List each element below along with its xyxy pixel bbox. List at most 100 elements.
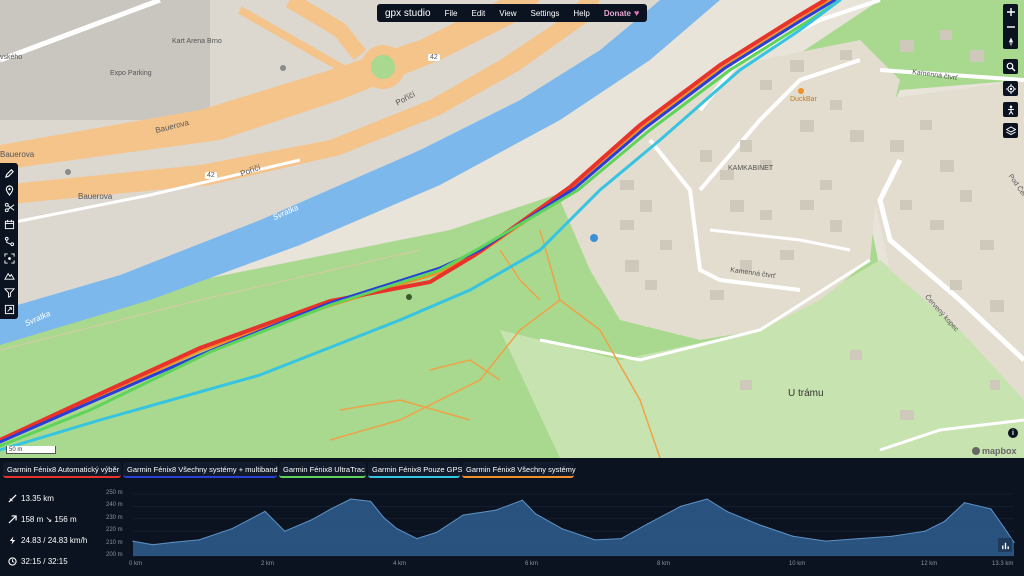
bottom-panel: 13.35 km 158 m ↘ 156 m 24.83 / 24.83 km/… [0,484,1024,576]
elevation-point [759,524,761,526]
elevation-chart[interactable] [0,484,1024,576]
layers-icon[interactable] [1003,123,1018,138]
elevation-point [310,519,312,521]
menu-file[interactable]: File [445,9,458,18]
elevation-point [1003,526,1005,529]
x-tick-label: 12 km [920,561,938,567]
x-tick-label: 4 km [392,561,406,567]
elevation-point [462,514,464,516]
elevation-point [521,499,523,501]
map-label-duckbar: DuckBar [790,96,817,103]
elevation-point [726,510,728,512]
tab-file-4[interactable]: Garmin Fénix8 Pouze GPS [368,462,462,478]
y-tick-label: 210 m [106,539,123,546]
menu-help[interactable]: Help [573,9,589,18]
pencil-icon[interactable] [2,166,16,180]
filter-icon[interactable] [2,285,16,299]
elevation-point [396,528,398,530]
mapbox-attribution[interactable]: mapbox [972,446,1017,456]
elevation-point [284,530,286,532]
elevation-point [350,498,352,500]
y-tick-label: 250 m [106,490,123,496]
tab-file-1[interactable]: Garmin Fénix8 Automatický výběr [3,462,121,478]
elevation-point [171,541,174,543]
map-label-arena: Kart Arena Brno [172,38,222,45]
elevation-point [944,520,946,522]
compass-icon[interactable] [1003,34,1018,49]
elevation-point [825,540,827,542]
elevation-point [990,508,992,510]
menu-view[interactable]: View [499,9,516,18]
elevation-point [369,500,372,503]
elevation-point [924,530,926,532]
elevation-point [858,538,860,540]
elevation-point [416,538,418,540]
tab-file-3[interactable]: Garmin Fénix8 UltraTrac [279,462,366,478]
elevation-point [891,535,893,537]
export-icon[interactable] [2,302,16,316]
map-label-kamkabinet: KAMKABINET [728,165,774,172]
mapbox-label: mapbox [982,446,1017,456]
scissors-icon[interactable] [2,200,16,214]
x-tick-label: 6 km [524,561,538,567]
elevation-point [1013,541,1015,543]
elevation-point [495,509,497,511]
tab-file-5[interactable]: Garmin Fénix8 Všechny systémy [462,462,576,478]
map-label-road-42-a: 42 [428,54,440,61]
tab-file-2[interactable]: Garmin Fénix8 Všechny systémy + multiban… [123,462,278,478]
zoom-out-icon[interactable] [1003,19,1018,34]
elevation-point [706,498,708,500]
pin-icon[interactable] [2,183,16,197]
elevation-point [132,540,134,542]
elevation-point [680,505,682,507]
elevation-point [534,513,537,515]
search-icon[interactable] [1003,59,1018,74]
y-tick-label: 220 m [106,527,123,534]
elevation-point [594,539,596,541]
menu-settings[interactable]: Settings [530,9,559,18]
menu-edit[interactable]: Edit [471,9,485,18]
elevation-point [963,502,966,504]
calendar-icon[interactable] [2,217,16,231]
chart-options-button[interactable] [998,538,1012,552]
map-scale: 50 m [6,446,56,454]
map-label-bauerova-2: Bauerova [0,150,35,159]
elevation-point [620,538,622,540]
map-label-parking: Expo Parking [110,70,152,77]
elevation-area [133,499,1014,556]
map-label-street: vského [0,54,23,61]
zoom-controls [1003,4,1018,49]
donate-label: Donate [603,8,631,18]
scan-icon[interactable] [2,251,16,265]
elevation-point [152,544,154,546]
map-base [0,0,1024,458]
y-tick-label: 240 m [106,502,123,509]
mapbox-logo-icon [972,447,980,455]
file-tabs: Garmin Fénix8 Automatický výběr Garmin F… [0,458,1024,484]
mountain-icon[interactable] [2,268,16,282]
app-logo[interactable]: gpx studio [385,8,431,19]
bar-chart-icon [1001,542,1009,549]
elevation-point [231,528,233,530]
heart-icon: ♥ [633,8,640,18]
elevation-point [435,531,438,534]
x-tick-label: 2 km [260,561,274,567]
y-tick-label: 230 m [106,514,123,521]
elevation-point [383,516,385,519]
elevation-point [647,523,649,525]
elevation-point [330,508,332,510]
merge-icon[interactable] [2,234,16,248]
zoom-in-icon[interactable] [1003,4,1018,19]
logo-text: gpx studio [385,7,431,19]
x-tick-label: 13.3 km [992,561,1014,567]
locate-icon[interactable] [1003,81,1018,96]
x-tick-label: 0 km [129,561,143,567]
y-tick-label: 200 m [106,552,123,558]
elevation-point [561,528,563,530]
top-menu-bar: gpx studio File Edit View Settings Help … [377,4,648,22]
info-button[interactable]: i [1008,428,1018,438]
street-view-icon[interactable] [1003,102,1018,117]
donate-button[interactable]: Donate ♥ [604,8,639,18]
map-canvas[interactable]: Kart Arena Brno Expo Parking vského Baue… [0,0,1024,458]
x-tick-label: 8 km [656,561,670,567]
